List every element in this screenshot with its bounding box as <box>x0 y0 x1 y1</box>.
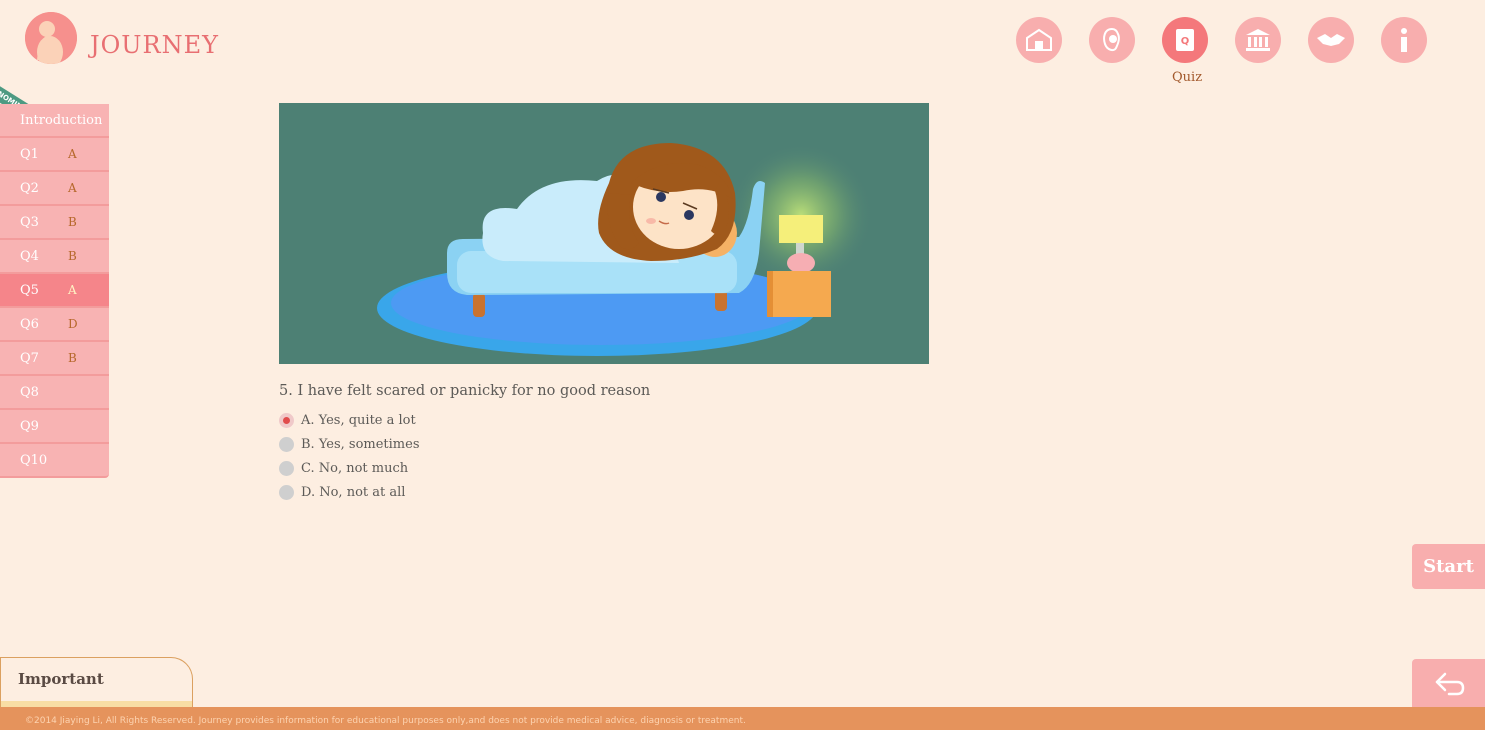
answer-option-label: B. Yes, sometimes <box>301 436 420 452</box>
answer-option-label: C. No, not much <box>301 460 409 476</box>
nav-resources[interactable] <box>1235 17 1281 63</box>
sidebar-item-label: Q5 <box>20 282 39 298</box>
sidebar-item-q7[interactable]: Q7 B <box>0 342 109 376</box>
quiz-icon: Q <box>1176 29 1194 51</box>
nav-info[interactable] <box>1381 17 1427 63</box>
radio-button[interactable] <box>279 412 294 428</box>
nav-quiz[interactable]: Q <box>1162 17 1208 63</box>
logo-icon[interactable] <box>25 12 77 64</box>
answer-options: A. Yes, quite a lot B. Yes, sometimes C. N… <box>279 408 420 504</box>
answer-option[interactable]: B. Yes, sometimes <box>279 432 420 456</box>
nav-profile[interactable] <box>1089 17 1135 63</box>
sidebar-item-answer: B <box>68 215 77 229</box>
footer-copyright: ©2014 Jiaying Li, All Rights Reserved. J… <box>0 707 1485 730</box>
sidebar-item-q9[interactable]: Q9 <box>0 410 109 444</box>
sidebar-item-label: Q3 <box>20 214 39 230</box>
question-illustration <box>279 103 929 364</box>
handshake-icon <box>1317 34 1345 46</box>
profile-icon <box>1103 27 1120 52</box>
svg-text:Q: Q <box>1181 36 1190 47</box>
top-nav: Q <box>1016 17 1454 63</box>
home-icon <box>1026 28 1052 51</box>
nav-home[interactable] <box>1016 17 1062 63</box>
question-text: 5. I have felt scared or panicky for no … <box>279 383 651 399</box>
important-label: Important <box>18 670 104 688</box>
bank-icon <box>1246 29 1270 51</box>
important-tab[interactable]: Important <box>0 657 193 709</box>
answer-option[interactable]: A. Yes, quite a lot <box>279 408 420 432</box>
sidebar-item-q3[interactable]: Q3 B <box>0 206 109 240</box>
sidebar-item-label: Q8 <box>20 384 39 400</box>
info-icon <box>1401 28 1407 52</box>
answer-option[interactable]: C. No, not much <box>279 456 420 480</box>
back-arrow-icon <box>1435 672 1464 696</box>
sidebar-item-introduction[interactable]: Introduction <box>0 104 109 138</box>
sidebar-item-label: Q6 <box>20 316 39 332</box>
start-button[interactable]: Start <box>1412 544 1485 589</box>
back-button[interactable] <box>1412 659 1485 707</box>
sidebar-item-label: Q10 <box>20 452 48 468</box>
sidebar-item-label: Q9 <box>20 418 39 434</box>
sidebar-item-answer: B <box>68 249 77 263</box>
sidebar-item-label: Q1 <box>20 146 39 162</box>
answer-option-label: A. Yes, quite a lot <box>301 412 416 428</box>
sidebar-item-q5[interactable]: Q5 A <box>0 274 109 308</box>
sidebar-item-q4[interactable]: Q4 B <box>0 240 109 274</box>
sidebar-item-label: Q7 <box>20 350 39 366</box>
sidebar-item-answer: D <box>68 317 78 331</box>
sidebar-item-label: Introduction <box>20 112 103 128</box>
radio-button[interactable] <box>279 460 294 476</box>
sidebar-item-answer: A <box>68 181 77 195</box>
radio-button[interactable] <box>279 484 294 500</box>
sidebar-item-answer: A <box>68 147 77 161</box>
radio-button[interactable] <box>279 436 294 452</box>
sidebar-item-q10[interactable]: Q10 <box>0 444 109 478</box>
sidebar-item-answer: B <box>68 351 77 365</box>
question-sidebar: Introduction Q1 A Q2 A Q3 B Q4 B Q5 A Q6 D Q7 B Q8 Q9 Q10 <box>0 104 109 478</box>
nav-active-caption: Quiz <box>1172 70 1203 85</box>
brand-title[interactable]: JOURNEY <box>90 31 219 59</box>
answer-option[interactable]: D. No, not at all <box>279 480 420 504</box>
sidebar-item-label: Q2 <box>20 180 39 196</box>
answer-option-label: D. No, not at all <box>301 484 406 500</box>
sidebar-item-label: Q4 <box>20 248 39 264</box>
sidebar-item-answer: A <box>68 283 77 297</box>
sidebar-item-q6[interactable]: Q6 D <box>0 308 109 342</box>
nav-support[interactable] <box>1308 17 1354 63</box>
sidebar-item-q1[interactable]: Q1 A <box>0 138 109 172</box>
sidebar-item-q2[interactable]: Q2 A <box>0 172 109 206</box>
sidebar-item-q8[interactable]: Q8 <box>0 376 109 410</box>
